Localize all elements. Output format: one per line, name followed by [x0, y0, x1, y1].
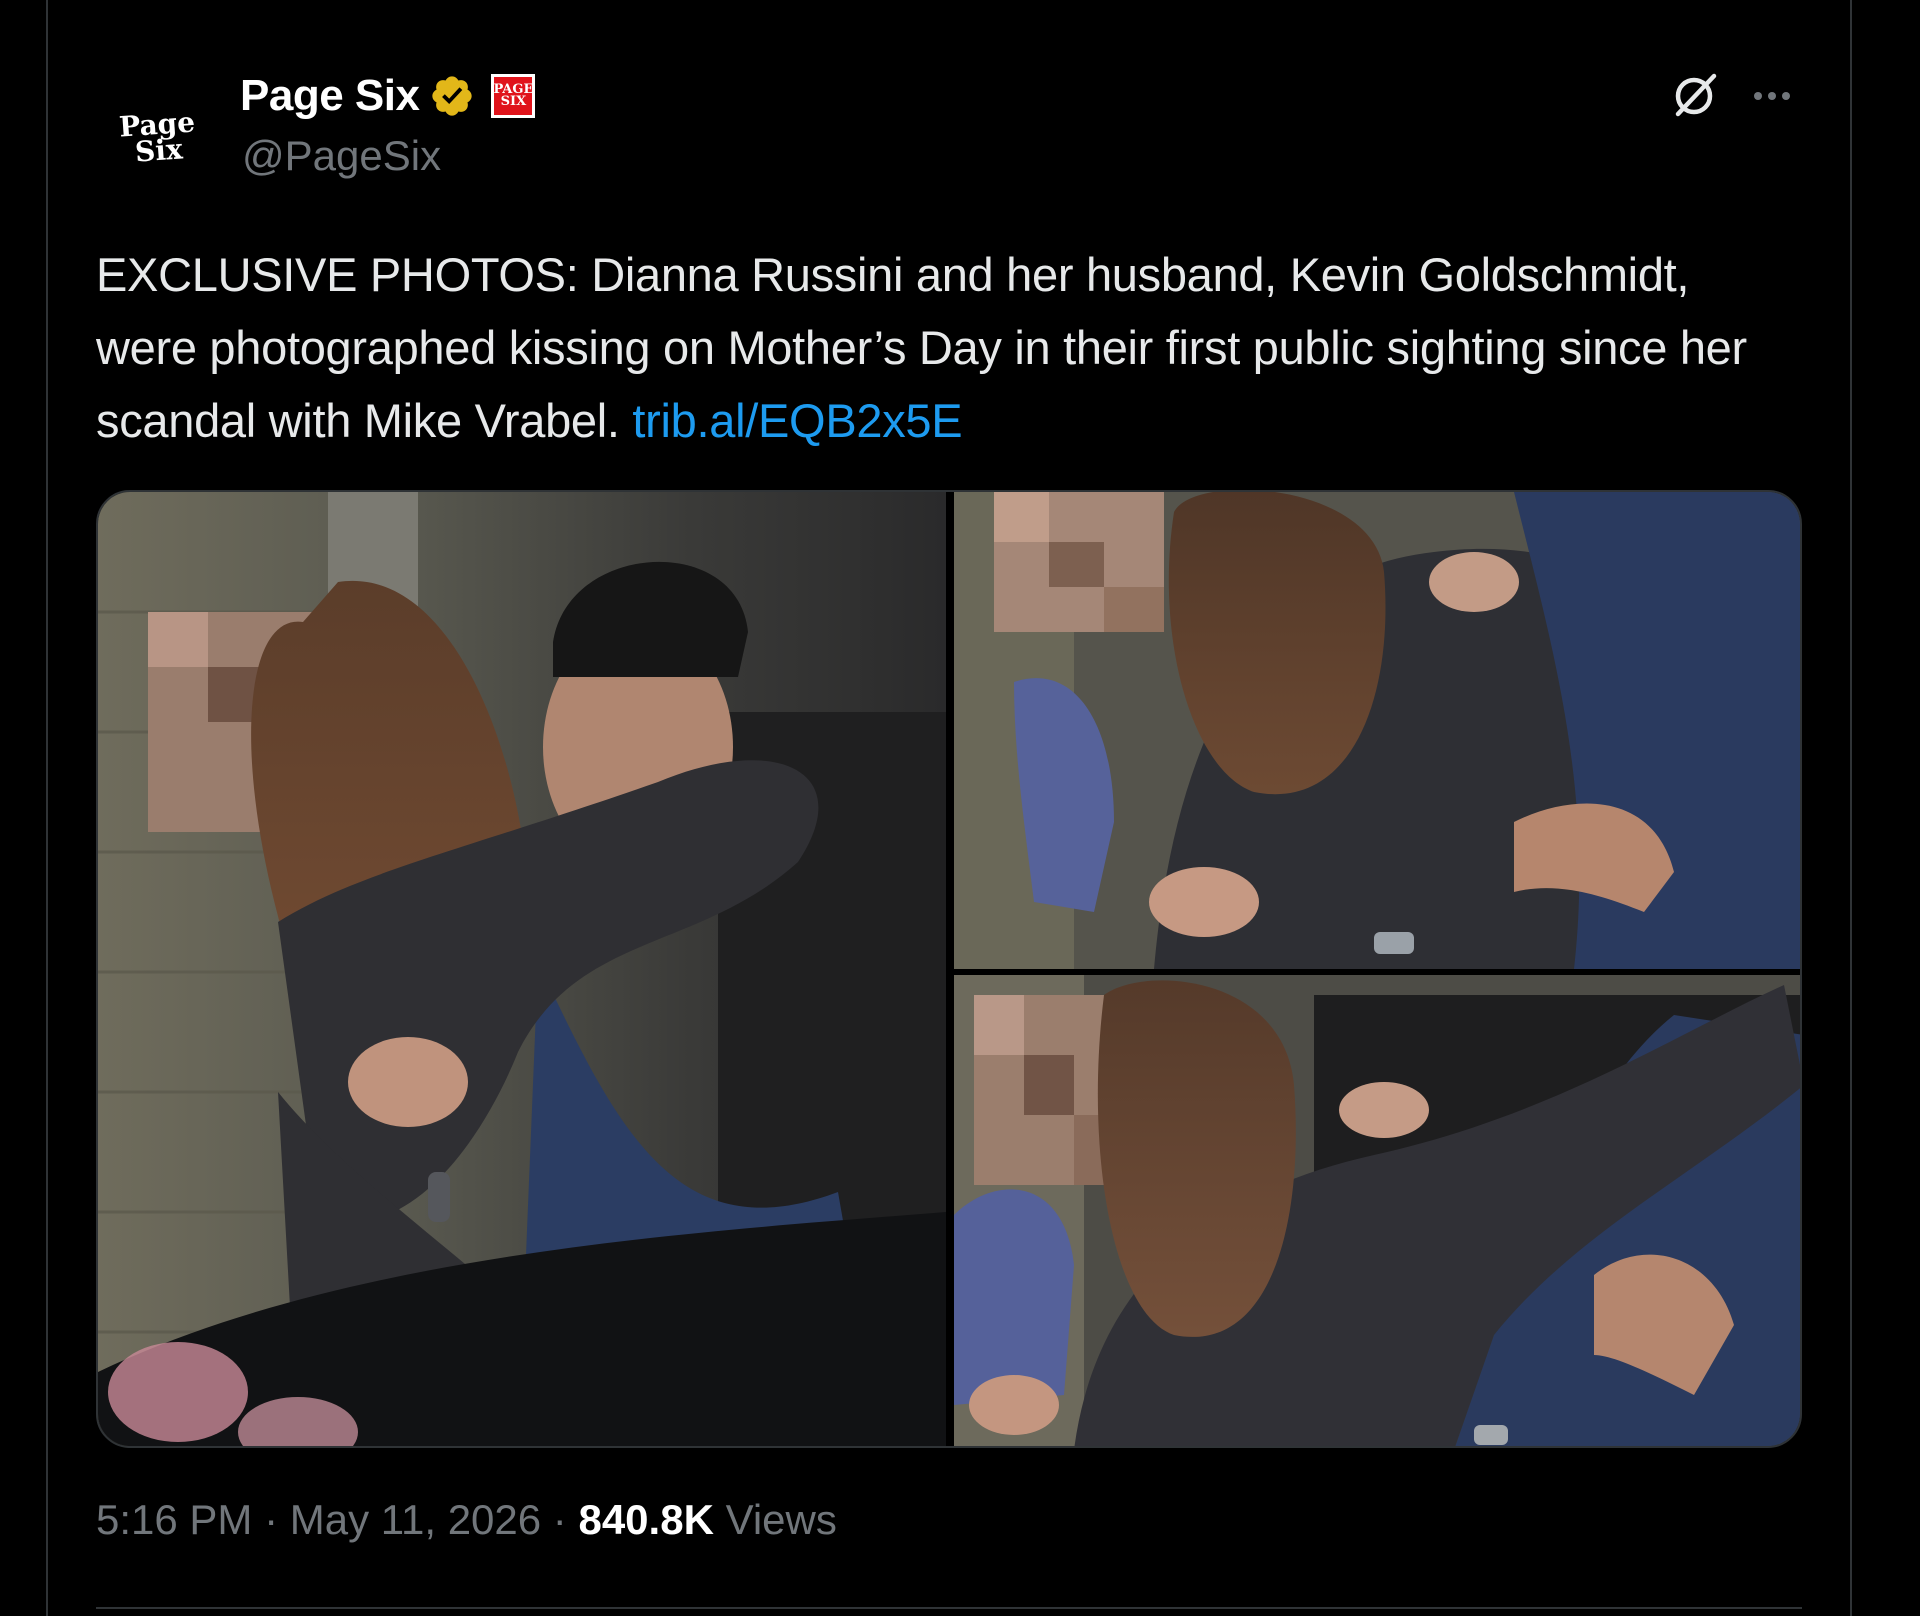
- author-handle[interactable]: @PageSix: [242, 132, 441, 180]
- verified-gold-badge-icon[interactable]: [429, 73, 475, 119]
- more-options-icon[interactable]: [1748, 76, 1796, 116]
- affiliate-badge-text: PAGE SIX: [493, 82, 534, 109]
- meta-separator-1: ·: [252, 1496, 290, 1543]
- tweet-link[interactable]: trib.al/EQB2x5E: [632, 394, 962, 447]
- tweet-meta-row: 5:16 PM · May 11, 2026 · 840.8K Views: [96, 1496, 837, 1544]
- views-label: Views: [713, 1496, 837, 1543]
- author-display-name[interactable]: Page Six: [240, 71, 420, 121]
- tweet-photo-1[interactable]: [98, 492, 946, 1446]
- tweet-photo-2[interactable]: [954, 492, 1800, 969]
- tweet-divider: [96, 1607, 1802, 1609]
- timeline-column-border-left: [46, 0, 48, 1616]
- tweet-text: EXCLUSIVE PHOTOS: Dianna Russini and her…: [96, 238, 1796, 457]
- timeline-column-border-right: [1850, 0, 1852, 1616]
- tweet-time[interactable]: 5:16 PM: [96, 1496, 252, 1544]
- affiliate-badge-icon[interactable]: PAGE SIX: [491, 74, 536, 118]
- meta-separator-2: ·: [541, 1496, 579, 1543]
- page-six-logo: Page Six: [118, 105, 197, 169]
- views-count: 840.8K: [578, 1496, 714, 1543]
- tweet-photo-3[interactable]: [954, 975, 1800, 1446]
- author-name-row: Page Six PAGE SIX: [240, 66, 536, 126]
- author-avatar[interactable]: Page Six: [98, 78, 218, 198]
- grok-icon[interactable]: [1668, 68, 1722, 122]
- photo-1-image: [98, 492, 946, 1446]
- photo-3-image: [954, 975, 1800, 1446]
- tweet-date[interactable]: May 11, 2026: [290, 1496, 541, 1544]
- photo-2-image: [954, 492, 1800, 969]
- tweet-media-grid: [96, 490, 1802, 1448]
